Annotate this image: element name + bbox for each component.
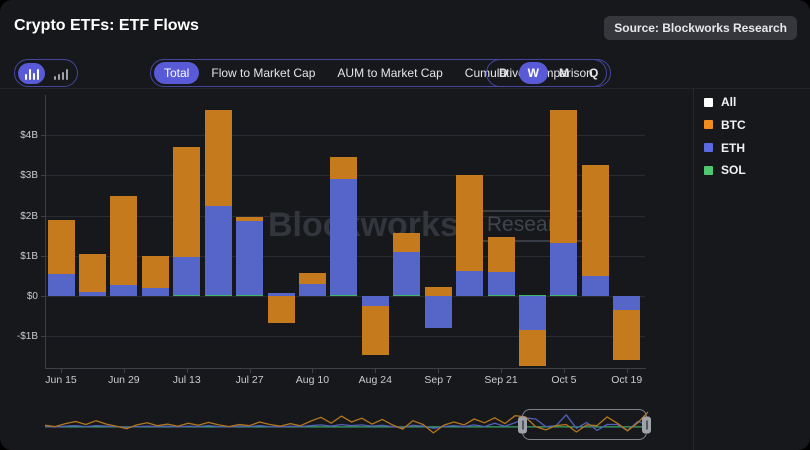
icon-bar: [33, 73, 35, 80]
legend-item-sol[interactable]: SOL: [704, 163, 746, 177]
page-title: Crypto ETFs: ETF Flows: [14, 17, 199, 35]
navigator-left-handle[interactable]: [518, 416, 527, 433]
icon-bar: [58, 74, 60, 80]
bar-segment-BTC-oct-19[interactable]: [613, 310, 640, 360]
period-d[interactable]: D: [490, 62, 517, 84]
bar-segment-BTC-jun-29[interactable]: [110, 196, 137, 286]
bar-segment-SOL-sep-21[interactable]: [488, 295, 515, 296]
navigator-selection[interactable]: [522, 409, 647, 440]
bar-segment-ETH-sep-14[interactable]: [456, 271, 483, 296]
bar-segment-BTC-sep-14[interactable]: [456, 175, 483, 270]
sol-swatch: [704, 166, 713, 175]
icon-bar: [62, 72, 64, 80]
bar-segment-ETH-sep-7[interactable]: [425, 296, 452, 328]
bar-segment-BTC-jun-22[interactable]: [79, 254, 106, 292]
legend-item-all[interactable]: All: [704, 95, 736, 109]
btc-swatch: [704, 120, 713, 129]
bar-segment-ETH-aug-24[interactable]: [362, 296, 389, 306]
icon-bar: [29, 69, 31, 80]
source-badge: Source: Blockworks Research: [604, 16, 797, 40]
ascending-bars-icon[interactable]: [47, 63, 74, 84]
legend-label: All: [721, 95, 736, 109]
tab-aum-to-market-cap[interactable]: AUM to Market Cap: [327, 62, 452, 84]
tab-flow-to-market-cap[interactable]: Flow to Market Cap: [201, 62, 325, 84]
bar-segment-BTC-jul-27[interactable]: [236, 217, 263, 221]
bar-segment-BTC-aug-10[interactable]: [299, 273, 326, 283]
bar-segment-SOL-jul-20[interactable]: [205, 295, 232, 296]
bar-segment-SOL-jul-13[interactable]: [173, 295, 200, 296]
bar-segment-BTC-aug-17[interactable]: [330, 157, 357, 180]
bar-segment-ETH-aug-17[interactable]: [330, 179, 357, 295]
bar-segment-ETH-jun-22[interactable]: [79, 292, 106, 296]
bar-segment-BTC-oct-12[interactable]: [582, 165, 609, 277]
eth-swatch: [704, 143, 713, 152]
legend-label: BTC: [721, 118, 746, 132]
bar-segment-BTC-jul-20[interactable]: [205, 110, 232, 206]
icon-bar: [37, 69, 39, 80]
bar-segment-ETH-aug-31[interactable]: [393, 252, 420, 295]
bar-segment-ETH-aug-10[interactable]: [299, 284, 326, 296]
legend-label: SOL: [721, 163, 746, 177]
period-switcher: DWMQ: [486, 59, 611, 87]
all-swatch: [704, 98, 713, 107]
bar-segment-BTC-oct-5[interactable]: [550, 110, 577, 243]
chart-type-switcher: [14, 59, 78, 87]
bar-segment-SOL-oct-5[interactable]: [550, 295, 577, 296]
bar-segment-BTC-jul-6[interactable]: [142, 256, 169, 288]
navigator-chart[interactable]: [0, 398, 810, 450]
bar-segment-ETH-oct-12[interactable]: [582, 276, 609, 296]
bar-segment-SOL-aug-31[interactable]: [393, 295, 420, 296]
bar-segment-SOL-jul-27[interactable]: [236, 295, 263, 296]
period-w[interactable]: W: [519, 62, 548, 84]
bar-segment-ETH-jun-29[interactable]: [110, 285, 137, 296]
bar-segment-BTC-aug-31[interactable]: [393, 233, 420, 252]
bar-segment-ETH-jul-13[interactable]: [173, 257, 200, 295]
bar-segment-BTC-sep-7[interactable]: [425, 287, 452, 296]
bar-segment-BTC-jun-15[interactable]: [48, 220, 75, 273]
bars-icon[interactable]: [18, 63, 45, 84]
bar-segment-ETH-oct-19[interactable]: [613, 296, 640, 310]
bar-segment-ETH-oct-5[interactable]: [550, 243, 577, 295]
icon-bar: [54, 76, 56, 80]
bar-segment-BTC-aug-24[interactable]: [362, 306, 389, 354]
bar-segment-ETH-jun-15[interactable]: [48, 274, 75, 296]
legend-item-eth[interactable]: ETH: [704, 141, 745, 155]
legend-item-btc[interactable]: BTC: [704, 118, 746, 132]
bar-segment-BTC-aug-3[interactable]: [268, 296, 295, 323]
bar-segment-ETH-sep-21[interactable]: [488, 272, 515, 295]
period-q[interactable]: Q: [580, 62, 607, 84]
period-m[interactable]: M: [550, 62, 578, 84]
bar-segment-ETH-sep-28[interactable]: [519, 296, 546, 330]
bar-segment-BTC-jul-13[interactable]: [173, 147, 200, 256]
bar-segment-ETH-jul-6[interactable]: [142, 288, 169, 296]
navigator-right-handle[interactable]: [642, 416, 651, 433]
tab-total[interactable]: Total: [154, 62, 199, 84]
icon-bar: [25, 74, 27, 80]
crypto-etf-flows-panel: Crypto ETFs: ETF Flows Source: Blockwork…: [0, 0, 810, 450]
bar-segment-BTC-sep-28[interactable]: [519, 330, 546, 366]
bar-segment-SOL-aug-17[interactable]: [330, 295, 357, 296]
legend-label: ETH: [721, 141, 745, 155]
bar-segment-ETH-jul-20[interactable]: [205, 206, 232, 295]
bar-segment-ETH-jul-27[interactable]: [236, 221, 263, 295]
bar-segment-BTC-sep-21[interactable]: [488, 237, 515, 272]
icon-bar: [66, 69, 68, 80]
